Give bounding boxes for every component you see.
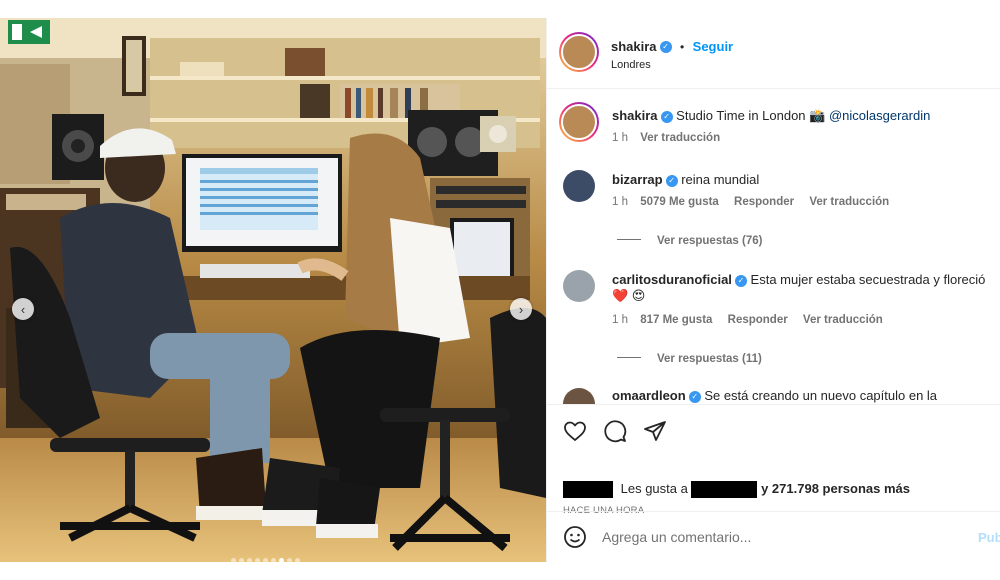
post-photo[interactable]: ‹ › (0, 18, 546, 562)
carousel-next-button[interactable]: › (510, 298, 532, 320)
publish-button[interactable]: Publicar (978, 530, 1000, 545)
likes-prefix: Les gusta a (620, 481, 688, 496)
caption-avatar[interactable] (559, 102, 599, 142)
instagram-post-window: ‹ › shakira ✓ • Seguir Londres shakira ✓ S… (0, 0, 1000, 580)
comment-likes[interactable]: 817 Me gusta (640, 314, 712, 326)
chevron-right-icon: › (518, 301, 524, 317)
view-replies-button[interactable]: Ver respuestas (11) (617, 349, 762, 367)
comment-meta: 1 h 817 Me gusta Responder Ver traducció… (612, 314, 883, 326)
follow-button[interactable]: Seguir (693, 39, 733, 54)
comment-time[interactable]: 1 h (612, 132, 628, 144)
caption-text: shakira ✓ Studio Time in London 📸 @nicola… (612, 108, 930, 124)
divider-line (617, 239, 641, 241)
carousel-dot[interactable] (287, 558, 292, 562)
studio-photo-illustration (0, 18, 546, 562)
comment-icon (604, 420, 627, 443)
top-margin (0, 0, 1000, 18)
like-button[interactable] (563, 419, 587, 443)
likes-summary[interactable]: Les gusta a y 271.798 personas más (563, 481, 910, 499)
comment-username[interactable]: omaardleon (612, 388, 686, 403)
comment-text: omaardleon ✓ Se está creando un nuevo cap… (612, 388, 937, 403)
divider-line (617, 357, 641, 359)
post-actions: Les gusta a y 271.798 personas más HACE … (547, 404, 1000, 516)
author-username[interactable]: shakira (611, 39, 657, 54)
comment-avatar[interactable] (563, 270, 595, 302)
comment-body: Esta mujer estaba secuestrada y floreció (750, 272, 986, 287)
reply-button[interactable]: Responder (734, 196, 794, 208)
carousel-dot[interactable] (279, 558, 284, 562)
verified-icon: ✓ (734, 274, 747, 287)
comment-body: reina mundial (681, 172, 760, 187)
carousel-dot[interactable] (247, 558, 252, 562)
author-avatar[interactable] (559, 32, 599, 72)
post-header: shakira ✓ • Seguir Londres (547, 18, 1000, 89)
post-location[interactable]: Londres (611, 59, 651, 71)
caption-body: Studio Time in London 📸 (676, 108, 829, 123)
caption-meta: 1 h Ver traducción (612, 132, 720, 144)
comment-time[interactable]: 1 h (612, 314, 628, 326)
send-icon (644, 421, 666, 441)
carousel-dots (231, 558, 300, 562)
carousel-prev-button[interactable]: ‹ (12, 298, 34, 320)
redacted-username (691, 481, 758, 499)
verified-icon: ✓ (659, 40, 672, 53)
follow-separator: • (680, 40, 685, 54)
post-side-panel: shakira ✓ • Seguir Londres shakira ✓ Studi… (546, 18, 1000, 562)
redacted-avatars (563, 481, 613, 499)
carousel-dot[interactable] (295, 558, 300, 562)
comment-username[interactable]: carlitosduranoficial (612, 272, 732, 287)
comment-text: carlitosduranoficial ✓ Esta mujer estaba … (612, 272, 985, 287)
carousel-dot[interactable] (231, 558, 236, 562)
emoji-button[interactable] (563, 525, 587, 549)
comment-time[interactable]: 1 h (612, 196, 628, 208)
likes-suffix: y 271.798 personas más (761, 481, 910, 496)
mention-link[interactable]: @nicolasgerardin (829, 108, 930, 123)
translate-link[interactable]: Ver traducción (640, 132, 720, 144)
carousel-dot[interactable] (263, 558, 268, 562)
carousel-dot[interactable] (239, 558, 244, 562)
carousel-dot[interactable] (255, 558, 260, 562)
view-replies-label: Ver respuestas (11) (657, 353, 762, 365)
smiley-icon (564, 526, 586, 548)
verified-icon: ✓ (688, 390, 701, 403)
comment-username[interactable]: shakira (612, 108, 658, 123)
comments-list[interactable]: shakira ✓ Studio Time in London 📸 @nicola… (547, 90, 1000, 404)
carousel-dot[interactable] (271, 558, 276, 562)
translate-link[interactable]: Ver traducción (809, 196, 889, 208)
author-line: shakira ✓ • Seguir (611, 38, 733, 56)
comment-input[interactable] (602, 527, 932, 547)
reply-button[interactable]: Responder (728, 314, 788, 326)
view-replies-button[interactable]: Ver respuestas (76) (617, 231, 762, 249)
comment-avatar[interactable] (563, 170, 595, 202)
heart-icon (564, 421, 586, 441)
view-replies-label: Ver respuestas (76) (657, 235, 763, 247)
share-button[interactable] (643, 419, 667, 443)
comment-emojis: ❤️ 😍 (612, 288, 646, 303)
add-comment-bar: Publicar (547, 511, 1000, 562)
comment-body: Se está creando un nuevo capítulo en la (704, 388, 938, 403)
verified-icon: ✓ (660, 110, 673, 123)
comment-likes[interactable]: 5079 Me gusta (640, 196, 719, 208)
comment-avatar[interactable] (563, 388, 595, 404)
chevron-left-icon: ‹ (20, 301, 26, 317)
translate-link[interactable]: Ver traducción (803, 314, 883, 326)
comment-meta: 1 h 5079 Me gusta Responder Ver traducci… (612, 196, 889, 208)
comment-button[interactable] (603, 419, 627, 443)
comment-username[interactable]: bizarrap (612, 172, 663, 187)
comment-text: bizarrap ✓ reina mundial (612, 172, 759, 187)
verified-icon: ✓ (665, 174, 678, 187)
